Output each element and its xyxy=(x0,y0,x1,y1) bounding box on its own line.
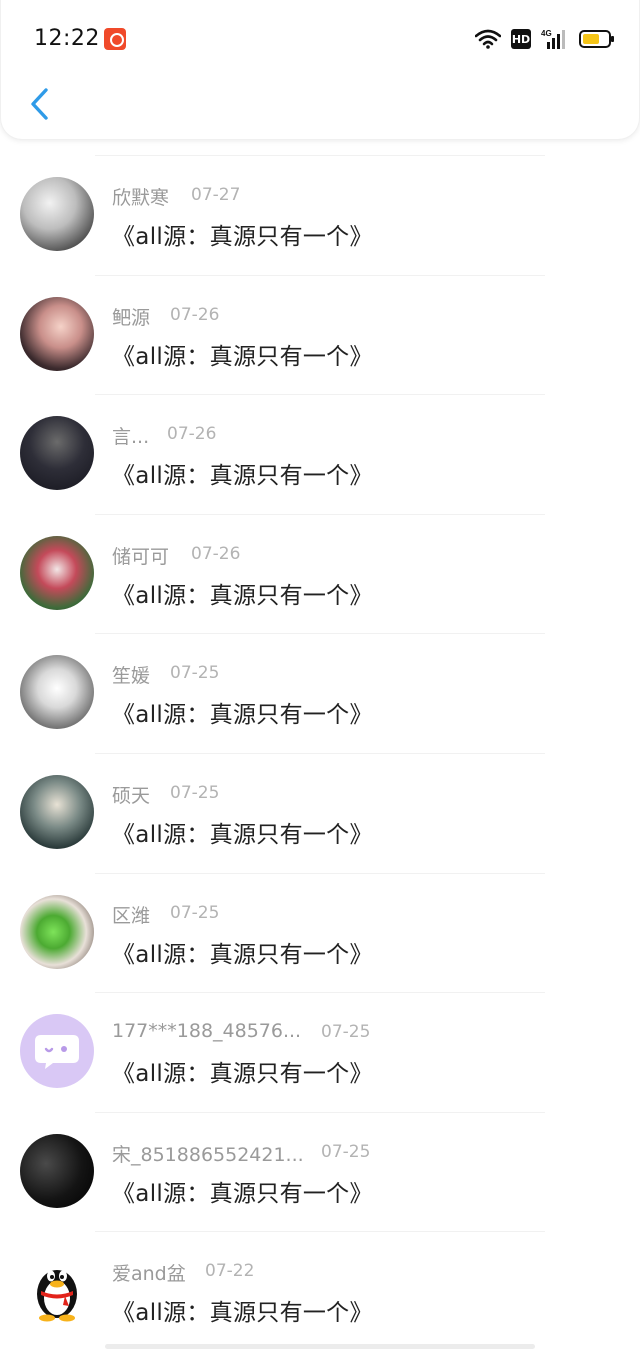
svg-text:4G: 4G xyxy=(541,29,552,38)
message-row[interactable]: 言... 07-26 《all源：真源只有一个》 xyxy=(0,394,640,514)
avatar[interactable] xyxy=(20,177,94,251)
message-date: 07-25 xyxy=(321,1022,371,1043)
avatar[interactable] xyxy=(20,296,94,371)
message-row[interactable]: 鲃源 07-26 《all源：真源只有一个》 xyxy=(0,274,640,395)
sender-name: 爱and盆 xyxy=(112,1263,186,1286)
avatar[interactable] xyxy=(20,1133,94,1208)
app-notification-icon xyxy=(104,28,126,50)
avatar[interactable] xyxy=(20,1014,94,1089)
message-date: 07-25 xyxy=(170,782,220,803)
message-text: 《all源：真源只有一个》 xyxy=(112,821,373,848)
scroll-indicator xyxy=(105,1344,535,1349)
sender-name: 宋_851886552421... xyxy=(112,1143,304,1166)
message-text: 《all源：真源只有一个》 xyxy=(112,343,373,370)
message-text: 《all源：真源只有一个》 xyxy=(112,463,373,490)
message-row[interactable]: 区潍 07-25 《all源：真源只有一个》 xyxy=(0,872,640,993)
message-date: 07-25 xyxy=(170,663,220,684)
status-bar: 12:22 HD 4G xyxy=(1,0,640,78)
message-row[interactable]: 爱and盆 07-22 《all源：真源只有一个》 xyxy=(0,1231,640,1351)
message-row[interactable]: 笙媛 07-25 《all源：真源只有一个》 xyxy=(0,633,640,753)
back-button[interactable] xyxy=(19,84,59,124)
message-date: 07-25 xyxy=(321,1141,371,1162)
message-date: 07-27 xyxy=(191,185,241,205)
avatar[interactable] xyxy=(20,416,94,491)
message-row[interactable]: 硕天 07-25 《all源：真源只有一个》 xyxy=(0,752,640,873)
sender-name: 硕天 xyxy=(112,784,151,807)
message-text: 《all源：真源只有一个》 xyxy=(112,582,373,609)
sender-name: 笙媛 xyxy=(112,665,151,688)
message-date: 07-25 xyxy=(170,902,220,923)
sender-name: 欣默寒 xyxy=(112,187,170,209)
message-text: 《all源：真源只有一个》 xyxy=(112,224,373,250)
avatar[interactable] xyxy=(20,1253,94,1328)
message-text: 《all源：真源只有一个》 xyxy=(112,1180,373,1207)
sender-name: 区潍 xyxy=(112,904,151,927)
hd-badge: HD xyxy=(511,29,531,49)
sender-name: 储可可 xyxy=(112,545,170,568)
message-text: 《all源：真源只有一个》 xyxy=(112,941,373,968)
cellular-signal-icon: 4G xyxy=(541,29,565,49)
message-text: 《all源：真源只有一个》 xyxy=(112,1061,373,1088)
chevron-left-icon xyxy=(31,88,48,120)
chat-bubble-icon xyxy=(35,1035,79,1070)
penguin-icon xyxy=(37,1270,77,1322)
avatar[interactable] xyxy=(20,774,94,849)
avatar[interactable] xyxy=(20,535,94,610)
top-bar: 12:22 HD 4G xyxy=(0,0,640,140)
status-time: 12:22 xyxy=(34,26,100,51)
message-text: 《all源：真源只有一个》 xyxy=(112,702,373,729)
message-list: 欣默寒 07-27 《all源：真源只有一个》 鲃源 07-26 《all源：真… xyxy=(0,155,640,1351)
message-row[interactable]: 欣默寒 07-27 《all源：真源只有一个》 xyxy=(0,155,640,275)
message-date: 07-26 xyxy=(167,424,217,445)
avatar[interactable] xyxy=(20,655,94,730)
sender-name: 言... xyxy=(112,426,150,449)
message-row[interactable]: 储可可 07-26 《all源：真源只有一个》 xyxy=(0,513,640,634)
message-date: 07-22 xyxy=(205,1261,255,1282)
message-date: 07-26 xyxy=(191,543,241,564)
message-row[interactable]: 宋_851886552421... 07-25 《all源：真源只有一个》 xyxy=(0,1111,640,1232)
sender-name: 177***188_48576... xyxy=(112,1020,302,1043)
sender-name: 鲃源 xyxy=(112,306,151,329)
message-text: 《all源：真源只有一个》 xyxy=(112,1300,373,1327)
battery-level xyxy=(583,34,599,44)
message-row[interactable]: 177***188_48576... 07-25 《all源：真源只有一个》 xyxy=(0,992,640,1112)
battery-icon xyxy=(579,30,614,48)
status-icons: HD 4G xyxy=(475,27,614,51)
wifi-icon xyxy=(475,29,501,49)
message-date: 07-26 xyxy=(170,304,220,325)
avatar[interactable] xyxy=(20,894,94,969)
